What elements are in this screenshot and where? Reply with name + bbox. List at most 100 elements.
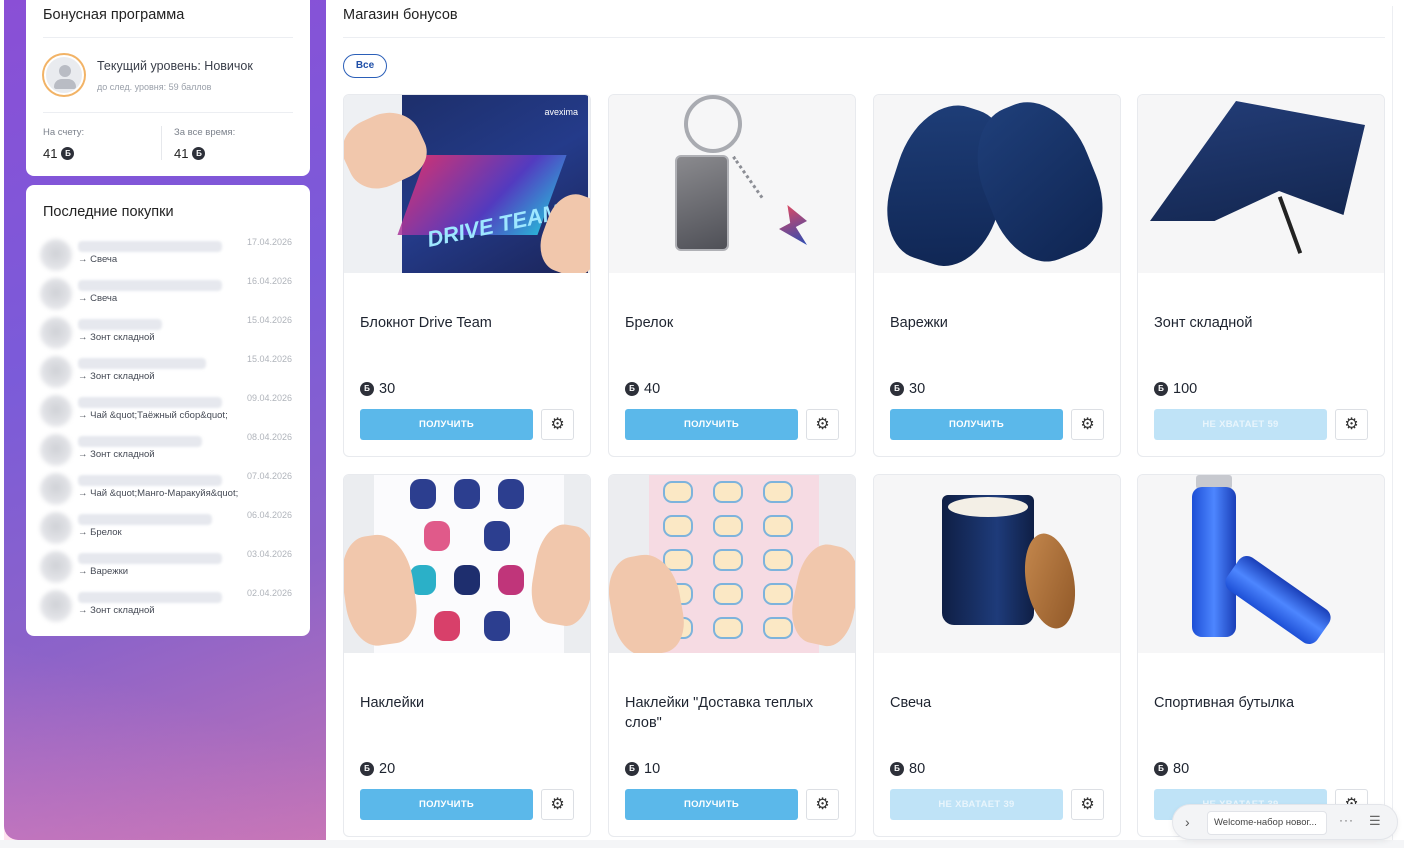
product-title: Блокнот Drive Team <box>360 315 492 331</box>
product-price: Б 100 <box>1154 381 1197 397</box>
balance-value: 41 Б <box>43 146 75 161</box>
purchase-date: 15.04.2026 <box>246 315 292 325</box>
floating-task-widget[interactable]: › Welcome-набор новог... ··· ☰ <box>1172 804 1398 840</box>
gear-icon[interactable]: ⚙ <box>541 409 574 440</box>
purchase-row: 02.04.2026 → Зонт складной <box>26 588 310 626</box>
bottle-illustration <box>1192 487 1236 637</box>
coin-icon: Б <box>625 762 639 776</box>
buyer-name-blurred <box>78 592 222 603</box>
total-amount: 41 <box>174 146 189 161</box>
balance-amount: 41 <box>43 146 58 161</box>
avatar[interactable] <box>44 55 84 95</box>
recent-purchases-card: Последние покупки 17.04.2026 → Свеча 16.04… <box>26 185 310 636</box>
product-image <box>609 95 855 273</box>
buyer-name-blurred <box>78 514 212 525</box>
filter-all-chip[interactable]: Все <box>343 54 387 78</box>
get-button[interactable]: ПОЛУЧИТЬ <box>625 789 798 820</box>
gear-icon[interactable]: ⚙ <box>1071 409 1104 440</box>
buyer-avatar <box>40 356 72 388</box>
avatar-head-icon <box>59 65 71 77</box>
insufficient-points-button: НЕ ХВАТАЕТ 59 <box>1154 409 1327 440</box>
balance-label: На счету: <box>43 127 85 138</box>
product-card[interactable]: Зонт складной Б 100 НЕ ХВАТАЕТ 59 ⚙ <box>1137 94 1385 457</box>
current-level: Текущий уровень: Новичок <box>97 59 253 73</box>
product-image <box>1138 95 1384 273</box>
coin-icon: Б <box>360 762 374 776</box>
product-image <box>874 95 1120 273</box>
product-card[interactable]: Брелок Б 40 ПОЛУЧИТЬ ⚙ <box>608 94 856 457</box>
list-icon[interactable]: ☰ <box>1369 813 1381 829</box>
product-title: Наклейки "Доставка теплых слов" <box>625 695 814 731</box>
coin-icon: Б <box>61 147 75 160</box>
product-title: Наклейки <box>360 695 425 711</box>
buyer-avatar <box>40 239 72 271</box>
purchase-item: → Свеча <box>78 293 118 304</box>
buyer-avatar <box>40 512 72 544</box>
get-button[interactable]: ПОЛУЧИТЬ <box>360 789 533 820</box>
divider <box>343 37 1385 38</box>
more-icon[interactable]: ··· <box>1339 813 1354 827</box>
gear-icon[interactable]: ⚙ <box>1335 409 1368 440</box>
product-card[interactable]: Наклейки Б 20 ПОЛУЧИТЬ ⚙ <box>343 474 591 837</box>
total-label: За все время: <box>174 127 236 138</box>
product-card[interactable]: Свеча Б 80 НЕ ХВАТАЕТ 39 ⚙ <box>873 474 1121 837</box>
buyer-avatar <box>40 395 72 427</box>
buyer-name-blurred <box>78 319 162 330</box>
product-price: Б 40 <box>625 381 660 397</box>
purchase-item: → Брелок <box>78 527 122 538</box>
coin-icon: Б <box>1154 382 1168 396</box>
gear-icon[interactable]: ⚙ <box>806 409 839 440</box>
purchase-date: 08.04.2026 <box>246 432 292 442</box>
purchase-row: 15.04.2026 → Зонт складной <box>26 354 310 392</box>
product-price: Б 10 <box>625 761 660 777</box>
recent-purchases-title: Последние покупки <box>43 204 174 220</box>
buyer-name-blurred <box>78 241 222 252</box>
purchase-item: → Зонт складной <box>78 605 155 616</box>
purchase-row: 09.04.2026 → Чай &quot;Таёжный сбор&quot; <box>26 393 310 431</box>
gear-icon[interactable]: ⚙ <box>541 789 574 820</box>
product-card[interactable]: Наклейки "Доставка теплых слов" Б 10 ПОЛУ… <box>608 474 856 837</box>
product-card[interactable]: DRIVE TEAM avexima Блокнот Drive Team Б3… <box>343 94 591 457</box>
purchase-date: 03.04.2026 <box>246 549 292 559</box>
product-image <box>609 475 855 653</box>
product-card[interactable]: Спортивная бутылка Б80 НЕ ХВАТАЕТ 39 ⚙ <box>1137 474 1385 837</box>
gear-icon[interactable]: ⚙ <box>806 789 839 820</box>
purchase-date: 02.04.2026 <box>246 588 292 598</box>
stat-divider <box>161 126 162 160</box>
buyer-name-blurred <box>78 553 222 564</box>
product-image <box>344 475 590 653</box>
product-title: Зонт складной <box>1154 315 1253 331</box>
product-image <box>1138 475 1384 653</box>
chevron-right-icon[interactable]: › <box>1185 814 1190 830</box>
widget-task-label[interactable]: Welcome-набор новог... <box>1207 811 1327 835</box>
buyer-avatar <box>40 317 72 349</box>
purchase-item: → Чай &quot;Таёжный сбор&quot; <box>78 410 228 421</box>
product-price: Б 80 <box>890 761 925 777</box>
product-title: Свеча <box>890 695 932 711</box>
get-button[interactable]: ПОЛУЧИТЬ <box>890 409 1063 440</box>
coin-icon: Б <box>360 382 374 396</box>
get-button[interactable]: ПОЛУЧИТЬ <box>360 409 533 440</box>
divider <box>43 112 293 113</box>
purchase-row: 15.04.2026 → Зонт складной <box>26 315 310 353</box>
coin-icon: Б <box>192 147 206 160</box>
candle-illustration <box>942 495 1034 625</box>
purchase-item: → Чай &quot;Манго-Маракуйя&quot; <box>78 488 239 499</box>
avatar-body-icon <box>54 79 76 89</box>
product-price: Б 30 <box>360 381 395 397</box>
buyer-name-blurred <box>78 436 202 447</box>
gear-icon[interactable]: ⚙ <box>1071 789 1104 820</box>
get-button[interactable]: ПОЛУЧИТЬ <box>625 409 798 440</box>
buyer-avatar <box>40 473 72 505</box>
purchase-date: 06.04.2026 <box>246 510 292 520</box>
product-image <box>874 475 1120 653</box>
product-price: Б 30 <box>890 381 925 397</box>
purchase-date: 15.04.2026 <box>246 354 292 364</box>
buyer-name-blurred <box>78 358 206 369</box>
purchase-row: 07.04.2026 → Чай &quot;Манго-Маракуйя&quo… <box>26 471 310 509</box>
page-bottom-edge <box>0 840 1404 848</box>
purchase-date: 16.04.2026 <box>246 276 292 286</box>
product-title: Спортивная бутылка <box>1154 695 1295 711</box>
purchase-row: 17.04.2026 → Свеча <box>26 237 310 275</box>
product-card[interactable]: Варежки Б 30 ПОЛУЧИТЬ ⚙ <box>873 94 1121 457</box>
